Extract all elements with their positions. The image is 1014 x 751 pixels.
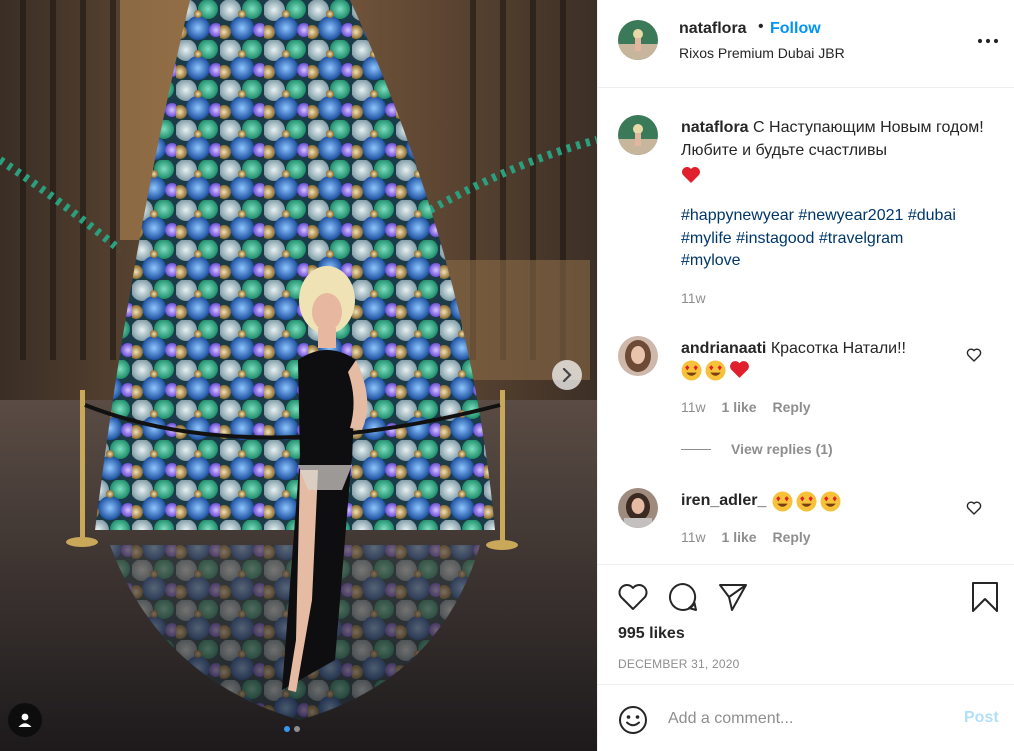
hashtag-link[interactable]: #dubai	[908, 207, 956, 224]
post-date[interactable]: DECEMBER 31, 2020	[618, 657, 739, 671]
comment-username[interactable]: andrianaati	[681, 340, 766, 357]
add-comment-bar: Post	[598, 684, 1014, 751]
location-link[interactable]: Rixos Premium Dubai JBR	[679, 45, 845, 61]
share-paper-plane-icon[interactable]	[716, 580, 750, 614]
comment-meta: 11w 1 like Reply	[681, 529, 811, 545]
hashtag-link[interactable]: #mylife	[681, 230, 732, 247]
comment-emojis	[772, 491, 841, 512]
post-photo[interactable]	[0, 0, 597, 751]
caption-avatar[interactable]	[618, 115, 658, 155]
author-avatar[interactable]	[618, 20, 658, 60]
more-options-icon[interactable]	[976, 31, 1000, 51]
smiling-face-with-heart-eyes-emoji	[681, 360, 702, 381]
view-replies-label: View replies (1)	[731, 441, 833, 457]
comment-age[interactable]: 11w	[681, 529, 706, 545]
like-comment-heart-icon[interactable]	[966, 347, 982, 363]
comment-text: Красотка Натали!!	[770, 340, 906, 357]
save-bookmark-icon[interactable]	[968, 580, 1002, 614]
caption-age[interactable]: 11w	[681, 290, 706, 306]
like-heart-icon[interactable]	[616, 580, 650, 614]
smiling-face-with-heart-eyes-emoji	[820, 491, 841, 512]
photo-scene	[0, 0, 597, 751]
comment-emojis	[681, 360, 750, 381]
replies-divider	[681, 448, 711, 450]
comment-likes[interactable]: 1 like	[722, 529, 757, 545]
reply-button[interactable]: Reply	[772, 399, 810, 415]
emoji-smile-icon[interactable]	[618, 705, 648, 735]
comment-meta: 11w 1 like Reply	[681, 399, 811, 415]
header-separator: •	[758, 18, 764, 35]
author-username[interactable]: nataflora	[679, 20, 747, 38]
comment-username[interactable]: iren_adler_	[681, 490, 766, 513]
carousel-dot	[294, 726, 300, 732]
likes-count[interactable]: 995 likes	[618, 625, 685, 643]
hashtag-link[interactable]: #mylove	[681, 252, 741, 269]
smiling-face-with-heart-eyes-emoji	[796, 491, 817, 512]
comment: andrianaati Красотка Натали!!	[681, 338, 961, 361]
view-replies-button[interactable]: View replies (1)	[681, 441, 833, 457]
smiling-face-with-heart-eyes-emoji	[772, 491, 793, 512]
post-caption: nataflora С Наступающим Новым годом! Люб…	[681, 117, 991, 187]
comment-bubble-icon[interactable]	[666, 580, 700, 614]
carousel-next-button[interactable]	[552, 360, 582, 390]
red-heart-emoji	[730, 361, 749, 378]
post-header: nataflora • Follow Rixos Premium Dubai J…	[598, 0, 1014, 88]
comment-likes[interactable]: 1 like	[722, 399, 757, 415]
commenter-avatar[interactable]	[618, 488, 658, 528]
carousel-dot	[284, 726, 290, 732]
hashtag-link[interactable]: #newyear2021	[798, 207, 903, 224]
post-actions: 995 likes DECEMBER 31, 2020	[598, 564, 1014, 684]
hashtag-link[interactable]: #travelgram	[819, 230, 903, 247]
reply-button[interactable]: Reply	[772, 529, 810, 545]
carousel-indicator	[284, 726, 300, 732]
red-heart-emoji	[682, 166, 700, 183]
hashtag-link[interactable]: #happynewyear	[681, 207, 794, 224]
caption-username[interactable]: nataflora	[681, 119, 749, 136]
follow-button[interactable]: Follow	[770, 20, 821, 38]
user-icon	[18, 713, 32, 727]
comment-age[interactable]: 11w	[681, 399, 706, 415]
smiling-face-with-heart-eyes-emoji	[705, 360, 726, 381]
hashtag-link[interactable]: #instagood	[736, 230, 814, 247]
comment: iren_adler_	[681, 490, 961, 513]
chevron-right-icon	[562, 368, 572, 382]
like-comment-heart-icon[interactable]	[966, 500, 982, 516]
post-sidebar: nataflora • Follow Rixos Premium Dubai J…	[597, 0, 1014, 751]
post-comment-button[interactable]: Post	[964, 709, 999, 727]
commenter-avatar[interactable]	[618, 336, 658, 376]
add-comment-input[interactable]	[668, 707, 948, 731]
caption-hashtags: #happynewyear #newyear2021 #dubai #mylif…	[681, 205, 996, 273]
tagged-users-button[interactable]	[8, 703, 42, 737]
